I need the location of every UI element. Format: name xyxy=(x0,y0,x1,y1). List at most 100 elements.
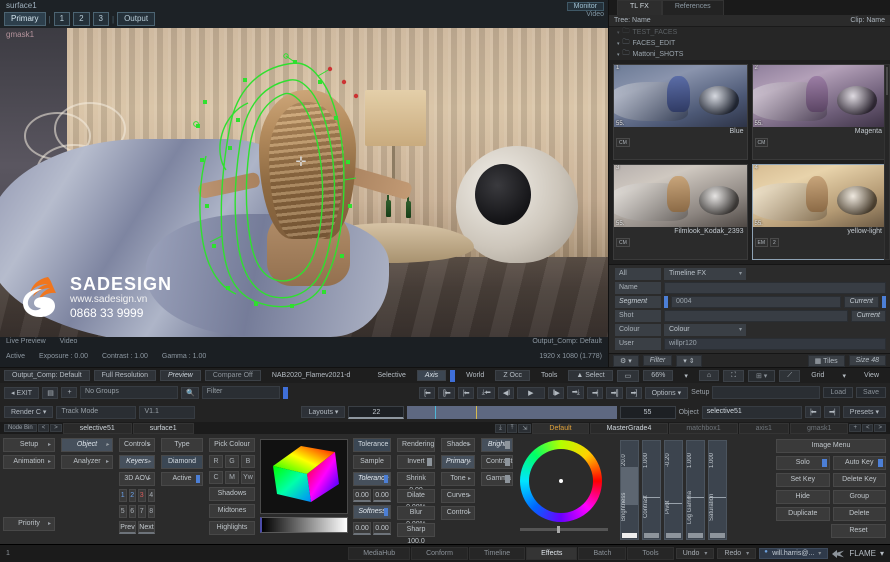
curves-menu-button[interactable]: Curves xyxy=(441,489,475,504)
node-bin-surface[interactable]: surface1 xyxy=(132,422,194,434)
goto-start-button[interactable]: [⬅ xyxy=(419,386,435,399)
presets-menu[interactable]: Presets ▾ xyxy=(842,406,886,419)
tolerance-value-a[interactable]: 0.00 xyxy=(353,489,371,503)
duplicate-button[interactable]: Duplicate xyxy=(776,507,830,522)
chevron-down-icon[interactable]: ▾ xyxy=(617,52,620,58)
pause-forward-button[interactable]: ‖▶ xyxy=(547,386,564,399)
node-scroll-left-icon[interactable]: < xyxy=(861,424,874,433)
tree-item-test-faces[interactable]: ▾ 🗀 TEST_FACES xyxy=(609,27,890,38)
image-menu-button[interactable]: Image Menu xyxy=(776,439,886,454)
node-tab-default[interactable]: Default xyxy=(532,422,589,434)
redo-button[interactable]: Redo xyxy=(717,548,757,560)
gear-icon[interactable]: ⚙ ▾ xyxy=(613,354,639,367)
keyers-menu-button[interactable]: Keyers xyxy=(119,455,155,470)
fit-icon[interactable]: ⛶ xyxy=(723,369,744,382)
softness-slider-button[interactable]: Softness xyxy=(353,505,391,520)
keyer-slot-8[interactable]: 8 xyxy=(147,505,155,519)
channel-r-button[interactable]: R xyxy=(209,455,223,469)
hide-button[interactable]: Hide xyxy=(776,490,830,505)
keyer-slot-6[interactable]: 6 xyxy=(128,505,136,519)
object-prev-button[interactable]: |⬅ xyxy=(804,406,821,419)
solo-toggle[interactable]: Solo xyxy=(776,456,830,471)
copy-groups-icon[interactable]: ▤ xyxy=(42,386,59,399)
filter-input[interactable]: Filter xyxy=(201,386,280,400)
undo-button[interactable]: Undo xyxy=(675,548,715,560)
no-groups-field[interactable]: No Groups xyxy=(80,386,179,400)
chevron-down-icon[interactable]: ▾ xyxy=(617,30,620,36)
channel-g-button[interactable]: G xyxy=(225,455,239,469)
zoom-level[interactable]: 66% xyxy=(643,370,674,382)
timeline-scrubber[interactable] xyxy=(407,405,617,419)
thumbnail-yellow-light[interactable]: 4 55. yellow-light EM 2 xyxy=(751,164,886,261)
node-tab-mastergrade4[interactable]: MasterGrade4 xyxy=(589,422,669,434)
grid-toggle-icon[interactable]: ⊞ ▾ xyxy=(747,369,776,382)
name-input[interactable] xyxy=(664,281,886,294)
user-menu[interactable]: will.harris@... xyxy=(759,548,829,560)
chevron-down-icon[interactable]: ▾ xyxy=(617,41,620,47)
set-key-button[interactable]: Set Key xyxy=(776,473,830,488)
all-label[interactable]: All xyxy=(615,267,661,280)
primary-menu-button[interactable]: Primary xyxy=(441,455,475,470)
slider-log-gamma[interactable]: 1.000 Log Gamma xyxy=(686,440,705,541)
goto-range-start-button[interactable]: []⬅ xyxy=(438,386,455,399)
invert-toggle[interactable]: Invert xyxy=(397,455,435,470)
tab-conform[interactable]: Conform xyxy=(411,547,468,561)
current-frame-field[interactable]: 22 xyxy=(348,405,405,419)
monitor-indicator[interactable]: Monitor Video xyxy=(566,1,604,18)
shrink-field[interactable]: Shrink 0.00 xyxy=(397,472,435,494)
tab-batch[interactable]: Batch xyxy=(578,547,627,561)
viewer-tab-output[interactable]: Output xyxy=(117,12,156,26)
object-next-button[interactable]: ➡| xyxy=(823,406,840,419)
colour-cube-picker[interactable] xyxy=(258,434,350,544)
viewer-tab-3[interactable]: 3 xyxy=(92,12,109,26)
viewer-tab-1[interactable]: 1 xyxy=(53,12,71,26)
goto-range-end-button[interactable]: ➡[] xyxy=(605,386,623,399)
keyer-slot-2[interactable]: 2 xyxy=(128,489,136,503)
group-button[interactable]: Group xyxy=(832,490,886,505)
next-keyframe-button[interactable]: ➡| xyxy=(586,386,603,399)
tab-mediahub[interactable]: MediaHub xyxy=(348,547,411,561)
tree-item-mattoni-shots[interactable]: ▾ 🗀 Mattoni_SHOTS xyxy=(609,49,890,60)
image-viewer[interactable]: surface1 Primary | 1 2 3 | Output Monito… xyxy=(0,0,608,368)
node-bin-prev-icon[interactable]: < xyxy=(37,424,50,433)
keyer-slot-4[interactable]: 4 xyxy=(147,489,155,503)
sample-button[interactable]: Sample xyxy=(353,455,391,470)
node-bin-next-icon[interactable]: > xyxy=(50,424,62,433)
bright-toggle[interactable]: Bright xyxy=(481,438,513,453)
pick-colour-button[interactable]: Pick Colour xyxy=(209,438,255,453)
contrast-toggle[interactable]: Contrast xyxy=(481,455,513,470)
tone-menu-button[interactable]: Tone xyxy=(441,472,475,487)
delete-key-button[interactable]: Delete Key xyxy=(832,473,886,488)
tab-references[interactable]: References xyxy=(661,0,724,15)
node-align-down-icon[interactable]: ⤓ xyxy=(495,423,506,433)
aov-menu-button[interactable]: 3D AOV xyxy=(119,472,155,487)
tolerance-header[interactable]: Tolerance xyxy=(353,438,391,453)
tree-item-faces-edit[interactable]: ▾ 🗀 FACES_EDIT xyxy=(609,38,890,49)
tab-tl-fx[interactable]: TL FX xyxy=(617,0,662,15)
slider-saturation[interactable]: 1.000 Saturation xyxy=(708,440,727,541)
load-button[interactable]: Load xyxy=(823,387,854,399)
channel-m-button[interactable]: M xyxy=(225,471,239,485)
sharp-field[interactable]: Sharp 100.0 xyxy=(397,523,435,545)
node-bin-button[interactable]: Node Bin xyxy=(4,424,37,433)
blur-field[interactable]: Blur 0.00% xyxy=(397,506,435,528)
node-align-icon[interactable]: ⇲ xyxy=(518,423,532,433)
track-mode-button[interactable]: Track Mode xyxy=(56,405,137,419)
colour-select[interactable]: Colour xyxy=(664,323,746,336)
keyer-slot-5[interactable]: 5 xyxy=(119,505,127,519)
dilate-field[interactable]: Dilate 0.00% xyxy=(397,489,435,511)
viewer-canvas[interactable]: ✛ SADESIGN www.sadesign.vn 0868 33 9999 xyxy=(0,28,608,338)
axis-button[interactable]: Axis xyxy=(416,370,447,382)
channel-yw-button[interactable]: Yw xyxy=(241,471,255,485)
setup-menu-button[interactable]: Setup xyxy=(3,438,55,453)
fit-frame-icon[interactable]: ▭ xyxy=(616,369,640,382)
z-occ-button[interactable]: Z Occ xyxy=(495,370,530,382)
compare-button[interactable]: Compare Off xyxy=(204,370,261,382)
exit-button[interactable]: ◂ EXIT xyxy=(4,386,40,399)
keyer-slot-3[interactable]: 3 xyxy=(138,489,146,503)
colour-wheel-control[interactable] xyxy=(516,434,616,544)
channel-b-button[interactable]: B xyxy=(241,455,255,469)
active-toggle[interactable]: Active xyxy=(161,472,203,487)
eyedropper-icon[interactable]: ⟋ xyxy=(779,369,801,382)
midtones-button[interactable]: Midtones xyxy=(209,504,255,519)
